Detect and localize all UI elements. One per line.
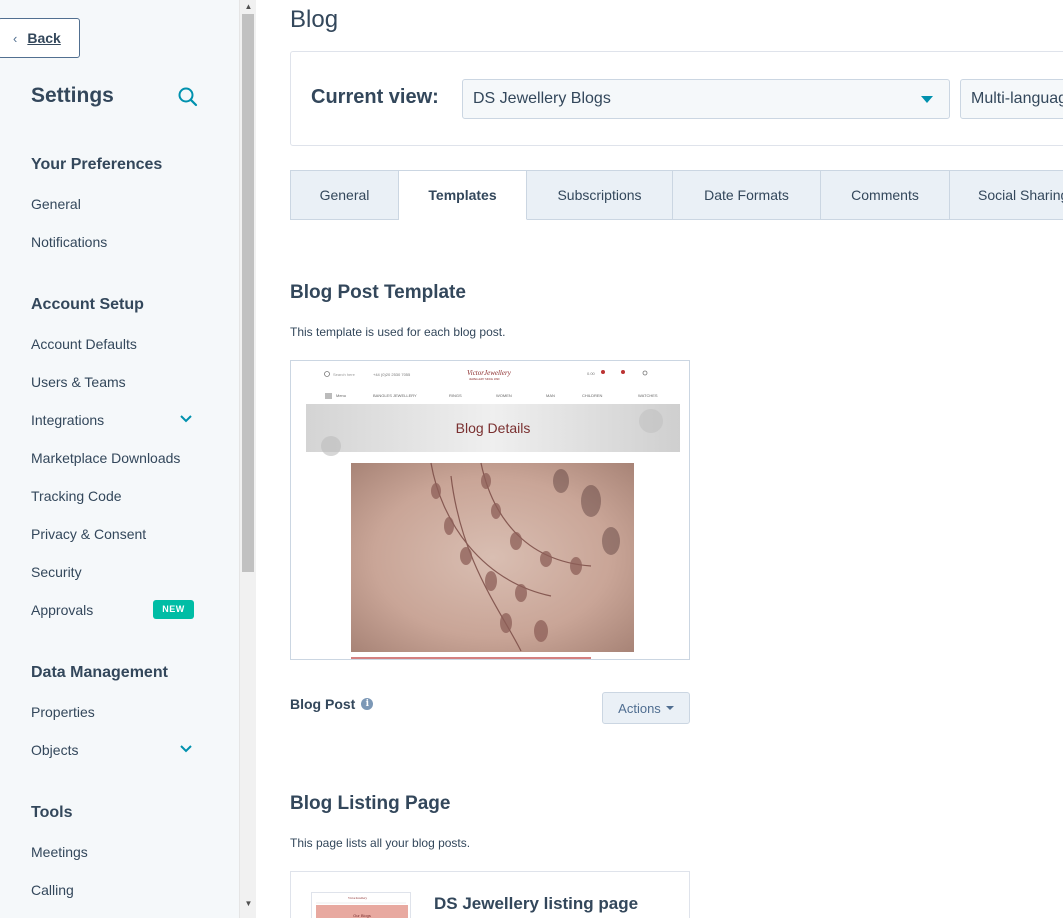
new-badge: NEW — [153, 600, 194, 619]
blog-listing-page-heading: Blog Listing Page — [290, 793, 451, 814]
main-content: Blog Current view: DS Jewellery Blogs Mu… — [258, 0, 1063, 918]
listing-page-card[interactable]: VictorJewellery Our Blogs DS Jewellery l… — [290, 871, 690, 918]
sidebar-item-properties[interactable]: Properties — [31, 702, 201, 722]
sidebar-item-users-teams[interactable]: Users & Teams — [31, 372, 201, 392]
sidebar-item-label: Meetings — [31, 844, 88, 860]
listing-thumb-logo: VictorJewellery — [348, 896, 367, 900]
sidebar-item-label: Marketplace Downloads — [31, 450, 181, 466]
sidebar-item-approvals[interactable]: Approvals NEW — [31, 600, 201, 620]
preview-nav-children: CHILDREN — [582, 393, 603, 398]
sidebar-item-label: Notifications — [31, 234, 108, 250]
caret-down-icon — [665, 706, 674, 710]
settings-sidebar: ‹ Back Settings Your Preferences General… — [0, 0, 240, 918]
tab-label: Templates — [428, 187, 497, 203]
preview-cart-text: 0.00 — [587, 371, 596, 376]
caret-down-icon — [921, 96, 933, 103]
sidebar-item-notifications[interactable]: Notifications — [31, 232, 201, 252]
tab-subscriptions[interactable]: Subscriptions — [527, 170, 673, 220]
preview-nav-menu: Menu — [336, 393, 346, 398]
scroll-down-arrow-icon[interactable]: ▼ — [240, 897, 257, 911]
blog-post-template-heading: Blog Post Template — [290, 282, 466, 303]
listing-page-thumbnail: VictorJewellery Our Blogs — [311, 892, 411, 918]
section-heading-your-preferences: Your Preferences — [31, 156, 163, 173]
preview-phone-text: +44 (0)20 2530 7055 — [373, 372, 411, 377]
blog-post-template-description: This template is used for each blog post… — [290, 325, 506, 339]
section-heading-tools: Tools — [31, 804, 73, 821]
back-button-label: Back — [27, 30, 61, 46]
sidebar-item-general[interactable]: General — [31, 194, 201, 214]
template-preview-image: Search here +44 (0)20 2530 7055 VictorJe… — [306, 369, 680, 659]
sidebar-item-label: Objects — [31, 742, 79, 758]
tab-label: Social Sharing — [978, 187, 1063, 203]
preview-nav-rings: RINGS — [449, 393, 462, 398]
tab-label: Comments — [851, 187, 919, 203]
tab-label: Subscriptions — [557, 187, 642, 203]
tab-templates[interactable]: Templates — [399, 170, 527, 220]
sidebar-item-label: Integrations — [31, 412, 105, 428]
tab-label: General — [319, 187, 370, 203]
chevron-left-icon: ‹ — [13, 30, 18, 46]
preview-nav-bangles: BANGLES JEWELLERY — [373, 393, 417, 398]
chevron-down-icon[interactable] — [179, 412, 193, 426]
sidebar-item-label: General — [31, 196, 81, 212]
back-button[interactable]: ‹ Back — [0, 18, 80, 58]
tab-label: Date Formats — [704, 187, 789, 203]
blog-post-template-preview[interactable]: Search here +44 (0)20 2530 7055 VictorJe… — [290, 360, 690, 660]
sidebar-item-label: Approvals — [31, 602, 94, 618]
section-heading-data-management: Data Management — [31, 664, 168, 681]
info-icon[interactable]: i — [361, 698, 374, 710]
section-heading-account-setup: Account Setup — [31, 296, 144, 313]
blog-post-template-name: Blog Post i — [290, 696, 374, 712]
preview-logo-tag: JEWELLERY SINCE 1990 — [469, 377, 500, 381]
blog-listing-page-description: This page lists all your blog posts. — [290, 836, 471, 850]
chevron-down-icon[interactable] — [179, 742, 193, 756]
sidebar-title: Settings — [31, 84, 114, 107]
actions-dropdown-button[interactable]: Actions — [602, 692, 690, 724]
sidebar-item-account-defaults[interactable]: Account Defaults — [31, 334, 201, 354]
tab-social-sharing[interactable]: Social Sharing — [950, 170, 1063, 220]
sidebar-scrollbar[interactable]: ▲ ▼ — [239, 0, 256, 918]
current-view-label: Current view: — [311, 86, 439, 108]
template-name-label: Blog Post — [290, 696, 356, 712]
preview-logo-text: VictorJewellery — [467, 369, 512, 377]
search-icon[interactable] — [177, 86, 199, 108]
tab-date-formats[interactable]: Date Formats — [673, 170, 821, 220]
blog-select-value: DS Jewellery Blogs — [473, 90, 611, 107]
sidebar-item-label: Users & Teams — [31, 374, 126, 390]
listing-page-name: DS Jewellery listing page — [434, 894, 639, 913]
listing-thumb-banner: Our Blogs — [353, 913, 371, 918]
language-select-value: Multi-language — [971, 90, 1063, 107]
sidebar-item-label: Account Defaults — [31, 336, 137, 352]
sidebar-item-meetings[interactable]: Meetings — [31, 842, 201, 862]
blog-select-dropdown[interactable]: DS Jewellery Blogs — [462, 79, 950, 119]
scroll-up-arrow-icon[interactable]: ▲ — [240, 0, 257, 14]
preview-nav-man: MAN — [546, 393, 555, 398]
language-select-dropdown[interactable]: Multi-language — [960, 79, 1063, 119]
listing-thumbnail-image: VictorJewellery Our Blogs — [316, 896, 408, 918]
page-title: Blog — [290, 6, 339, 33]
actions-label: Actions — [618, 700, 661, 716]
sidebar-item-label: Tracking Code — [31, 488, 122, 504]
sidebar-item-label: Calling — [31, 882, 74, 898]
scrollbar-thumb[interactable] — [242, 14, 254, 572]
preview-banner-text: Blog Details — [456, 420, 531, 436]
sidebar-item-calling[interactable]: Calling — [31, 880, 201, 900]
preview-nav-women: WOMEN — [496, 393, 512, 398]
settings-tabs: General Templates Subscriptions Date For… — [290, 170, 1063, 220]
sidebar-item-marketplace-downloads[interactable]: Marketplace Downloads — [31, 448, 201, 468]
sidebar-item-label: Security — [31, 564, 82, 580]
sidebar-item-security[interactable]: Security — [31, 562, 201, 582]
sidebar-item-label: Properties — [31, 704, 95, 720]
sidebar-item-label: Privacy & Consent — [31, 526, 147, 542]
current-view-panel: Current view: DS Jewellery Blogs Multi-l… — [290, 51, 1063, 146]
sidebar-item-objects[interactable]: Objects — [31, 740, 201, 760]
sidebar-item-integrations[interactable]: Integrations — [31, 410, 201, 430]
preview-search-text: Search here — [333, 372, 356, 377]
tab-comments[interactable]: Comments — [821, 170, 950, 220]
sidebar-item-privacy-consent[interactable]: Privacy & Consent — [31, 524, 201, 544]
sidebar-item-tracking-code[interactable]: Tracking Code — [31, 486, 201, 506]
tab-general[interactable]: General — [290, 170, 399, 220]
preview-nav-watches: WATCHES — [638, 393, 658, 398]
